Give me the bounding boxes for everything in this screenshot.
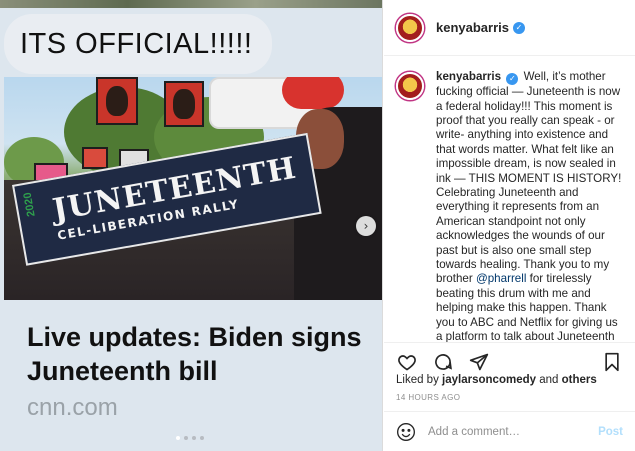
caption-mention-link[interactable]: @pharrell	[476, 272, 526, 285]
carousel-dot	[192, 436, 196, 440]
verified-badge-icon: ✓	[513, 21, 525, 34]
overlay-text: ITS OFFICIAL!!!!!	[20, 27, 253, 60]
rally-photo: 2020 JUNETEENTH CEL-LIBERATION RALLY	[4, 77, 382, 300]
background-strip	[0, 0, 382, 8]
protest-sign	[164, 81, 204, 127]
share-icon[interactable]	[468, 351, 490, 373]
caption-area: kenyabarris ✓ Well, it’s mother fucking …	[384, 56, 635, 342]
megaphone-horn	[282, 77, 344, 109]
post-media[interactable]: ITS OFFICIAL!!!!! 2020 JUNETEENTH CEL-LI…	[0, 0, 383, 451]
carousel-next-button[interactable]: ›	[356, 216, 376, 236]
carousel-dots	[176, 436, 204, 440]
post-timestamp[interactable]: 14 HOURS AGO	[396, 393, 460, 402]
carousel-dot	[184, 436, 188, 440]
heart-icon[interactable]	[396, 351, 418, 373]
carousel-dot	[200, 436, 204, 440]
post-header: kenyabarris ✓	[384, 0, 635, 56]
caption-text: kenyabarris ✓ Well, it’s mother fucking …	[436, 70, 623, 342]
news-headline: Live updates: Biden signs Juneteenth bil…	[27, 322, 362, 386]
news-source: cnn.com	[27, 394, 118, 421]
avatar[interactable]	[396, 13, 424, 42]
caption-body: Well, it’s mother fucking official — Jun…	[436, 70, 622, 286]
protest-sign	[96, 77, 138, 125]
add-comment-bar: Post	[384, 411, 635, 451]
chevron-right-icon: ›	[363, 219, 369, 233]
post-comment-button[interactable]: Post	[598, 426, 623, 438]
comment-input[interactable]	[428, 425, 588, 438]
likes-summary: Liked by jaylarsoncomedy and others	[396, 374, 597, 386]
overlay-text-bubble: ITS OFFICIAL!!!!!	[4, 14, 272, 74]
emoji-icon[interactable]	[396, 422, 416, 442]
post-sidebar: kenyabarris ✓ kenyabarris ✓ Well, it’s m…	[384, 0, 635, 451]
header-username[interactable]: kenyabarris	[436, 20, 509, 35]
liked-by-user-link[interactable]: jaylarsoncomedy	[442, 374, 536, 386]
comment-icon[interactable]	[432, 351, 454, 373]
caption-username[interactable]: kenyabarris	[436, 70, 501, 83]
protest-sign	[82, 147, 108, 169]
news-link-card: Live updates: Biden signs Juneteenth bil…	[4, 300, 382, 451]
avatar[interactable]	[396, 72, 424, 100]
likes-others-link[interactable]: others	[562, 374, 597, 386]
liked-by-and: and	[539, 374, 559, 386]
liked-by-prefix: Liked by	[396, 374, 439, 386]
verified-badge-icon: ✓	[506, 73, 519, 86]
bookmark-icon[interactable]	[601, 351, 623, 373]
banner-year: 2020	[21, 191, 38, 218]
carousel-dot	[176, 436, 180, 440]
